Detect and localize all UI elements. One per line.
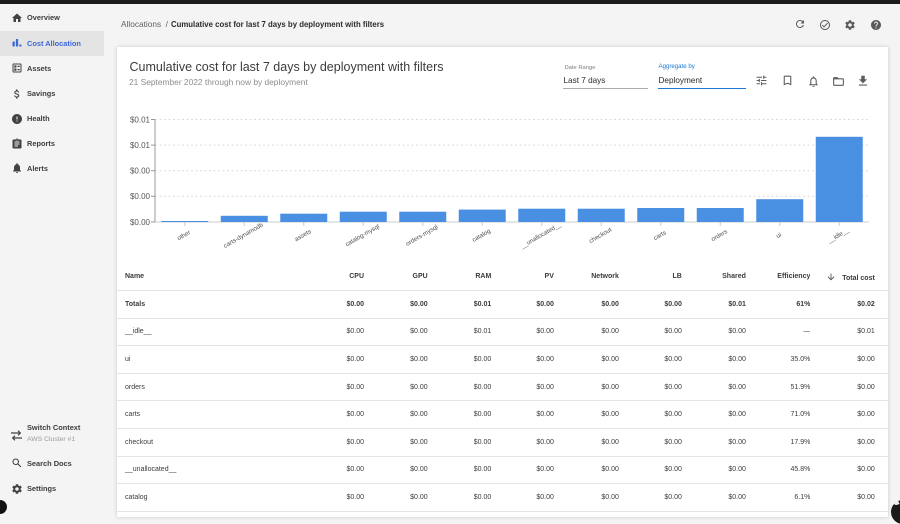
svg-text:assets: assets: [294, 228, 313, 243]
svg-text:$0.01: $0.01: [130, 141, 151, 150]
svg-text:$0.00: $0.00: [130, 192, 151, 201]
svg-text:orders-mysql: orders-mysql: [405, 224, 439, 248]
svg-text:carts: carts: [652, 229, 667, 242]
svg-text:orders: orders: [710, 228, 729, 243]
svg-text:__unallocated__: __unallocated__: [519, 221, 563, 251]
svg-text:$0.00: $0.00: [130, 167, 151, 176]
svg-text:__idle__: __idle__: [826, 227, 851, 246]
svg-text:catalog-mysql: catalog-mysql: [344, 223, 381, 248]
svg-text:$0.01: $0.01: [130, 115, 151, 124]
svg-text:$0.00: $0.00: [130, 218, 151, 227]
svg-text:ui: ui: [775, 231, 783, 239]
svg-text:carts-dynamodb: carts-dynamodb: [223, 221, 265, 250]
svg-text:checkout: checkout: [588, 226, 613, 245]
svg-text:other: other: [176, 229, 192, 242]
svg-text:catalog: catalog: [471, 227, 492, 243]
